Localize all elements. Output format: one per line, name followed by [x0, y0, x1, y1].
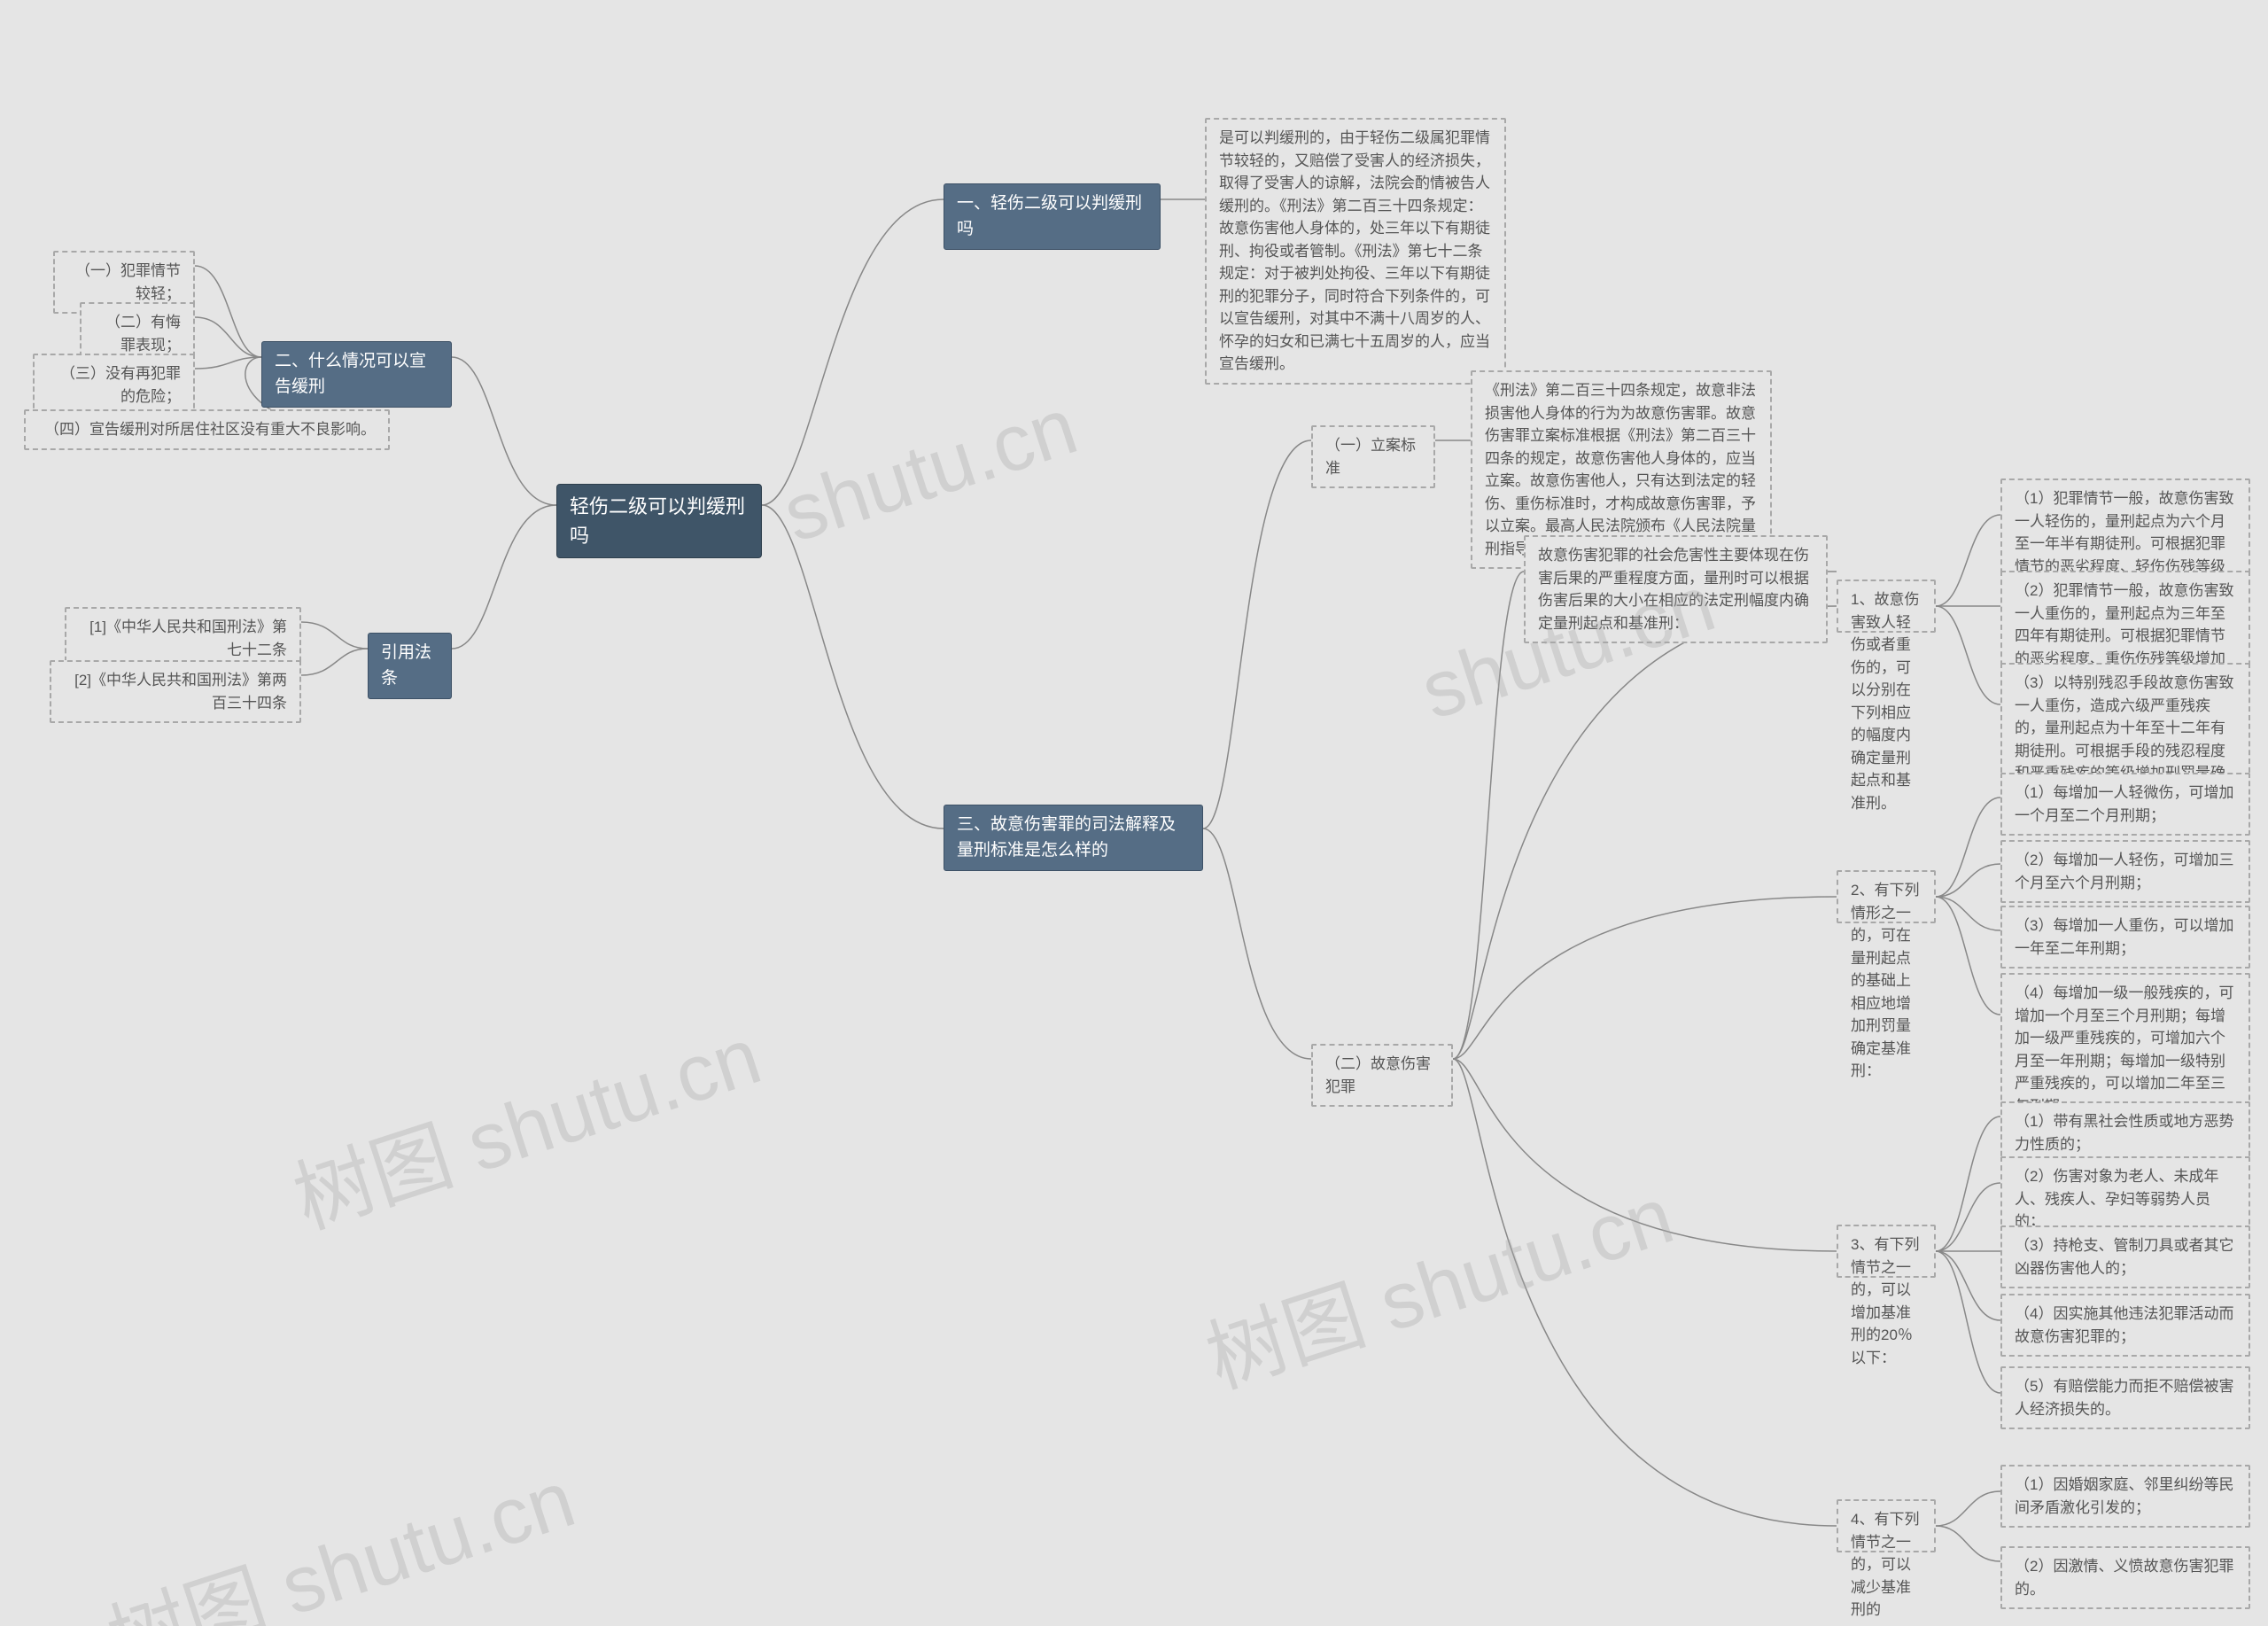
group-1: 1、故意伤害致人轻伤或者重伤的，可以分别在下列相应的幅度内确定量刑起点和基准刑。 [1837, 580, 1936, 633]
group-4-item-1: （1）因婚姻家庭、邻里纠纷等民间矛盾激化引发的； [2000, 1465, 2250, 1528]
branch-2-item-3: （三）没有再犯罪的危险； [33, 354, 195, 416]
watermark: 树图 shutu.cn [91, 1435, 586, 1626]
watermark: 树图 shutu.cn [277, 992, 773, 1250]
sec-2-intro: 故意伤害犯罪的社会危害性主要体现在伤害后果的严重程度方面，量刑时可以根据伤害后果… [1524, 535, 1828, 643]
group-3-item-4: （4）因实施其他违法犯罪活动而故意伤害犯罪的； [2000, 1294, 2250, 1357]
watermark: shutu.cn [773, 381, 1087, 561]
group-3: 3、有下列情节之一的，可以增加基准刑的20％以下： [1837, 1225, 1936, 1278]
group-3-item-3: （3）持枪支、管制刀具或者其它凶器伤害他人的； [2000, 1225, 2250, 1288]
branch-1-detail: 是可以判缓刑的，由于轻伤二级属犯罪情节较轻的，又赔偿了受害人的经济损失，取得了受… [1205, 118, 1506, 385]
sec-2: （二）故意伤害犯罪 [1311, 1044, 1453, 1107]
sec-1: （一）立案标准 [1311, 425, 1435, 488]
group-2: 2、有下列情形之一的，可在量刑起点的基础上相应地增加刑罚量确定基准刑： [1837, 870, 1936, 923]
group-4: 4、有下列情节之一的，可以减少基准刑的10％-30％： [1837, 1499, 1936, 1552]
branch-2[interactable]: 二、什么情况可以宣告缓刑 [261, 341, 452, 408]
group-2-item-2: （2）每增加一人轻伤，可增加三个月至六个月刑期； [2000, 840, 2250, 903]
root-node[interactable]: 轻伤二级可以判缓刑吗 [556, 484, 762, 558]
group-3-item-5: （5）有赔偿能力而拒不赔偿被害人经济损失的。 [2000, 1366, 2250, 1429]
group-2-item-1: （1）每增加一人轻微伤，可增加一个月至二个月刑期； [2000, 773, 2250, 836]
group-4-item-2: （2）因激情、义愤故意伤害犯罪的。 [2000, 1546, 2250, 1609]
branch-3[interactable]: 三、故意伤害罪的司法解释及量刑标准是怎么样的 [944, 805, 1203, 871]
group-2-item-3: （3）每增加一人重伤，可以增加一年至二年刑期； [2000, 906, 2250, 969]
branch-1[interactable]: 一、轻伤二级可以判缓刑吗 [944, 183, 1161, 250]
law-item-2: [2]《中华人民共和国刑法》第两百三十四条 [50, 660, 301, 723]
branch-2-item-4: （四）宣告缓刑对所居住社区没有重大不良影响。 [24, 409, 390, 450]
watermark: 树图 shutu.cn [1190, 1151, 1685, 1410]
laws-branch[interactable]: 引用法条 [368, 633, 452, 699]
group-3-item-1: （1）带有黑社会性质或地方恶势力性质的； [2000, 1101, 2250, 1164]
